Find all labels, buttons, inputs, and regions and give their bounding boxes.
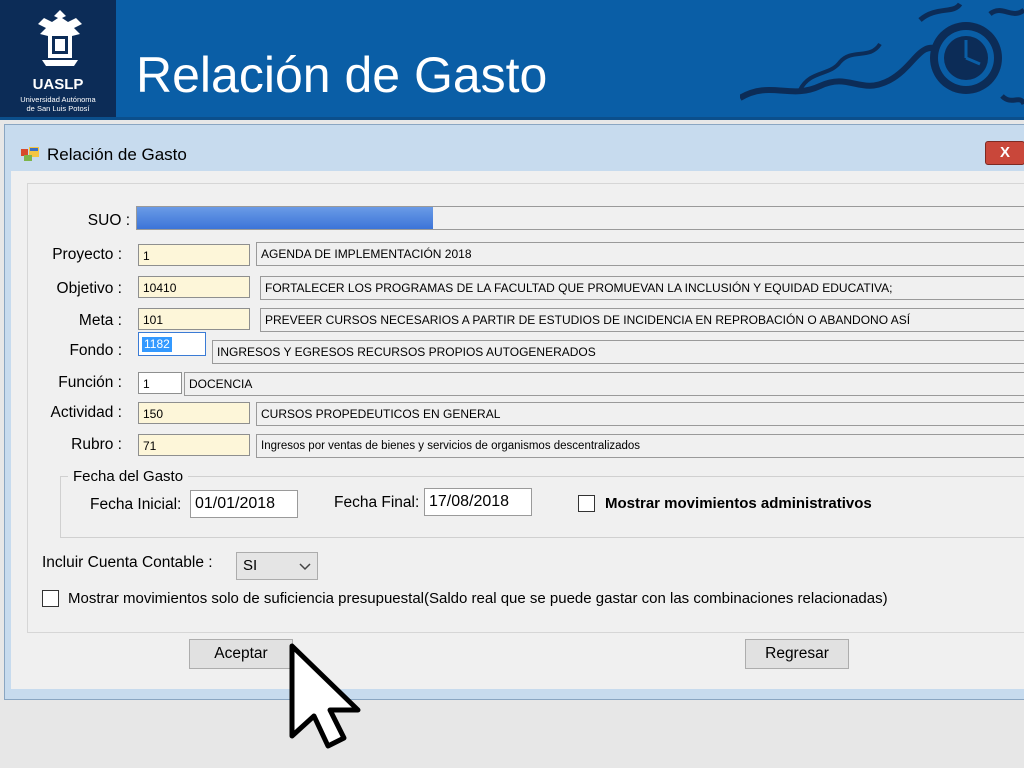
meta-code-input[interactable]: 101 [138,308,250,330]
meta-description: PREVEER CURSOS NECESARIOS A PARTIR DE ES… [260,308,1024,332]
aceptar-button[interactable]: Aceptar [189,639,293,669]
window-title: Relación de Gasto [47,145,187,164]
mouse-pointer-icon [289,643,361,749]
clock-ornament-icon [740,2,1024,106]
close-button[interactable]: X [985,141,1024,165]
fondo-code-selected-text: 1182 [142,337,172,352]
relacion-gasto-window: Relación de Gasto X SUO : Proyecto : 1 A… [4,124,1024,700]
fondo-description: INGRESOS Y EGRESOS RECURSOS PROPIOS AUTO… [212,340,1024,364]
slide-banner: UASLP Universidad Autónoma de San Luis P… [0,0,1024,120]
uaslp-logo: UASLP Universidad Autónoma de San Luis P… [0,0,116,120]
regresar-button[interactable]: Regresar [745,639,849,669]
window-titlebar[interactable]: Relación de Gasto X [5,125,1024,169]
cuenta-contable-select[interactable]: SI [236,552,318,580]
cuenta-contable-label: Incluir Cuenta Contable : [42,554,213,571]
suo-label: SUO : [87,212,130,229]
org-full-name: Universidad Autónoma de San Luis Potosí [0,95,116,113]
proyecto-description: AGENDA DE IMPLEMENTACIÓN 2018 [256,242,1024,266]
funcion-label: Función : [58,374,122,391]
proyecto-label: Proyecto : [52,246,122,263]
fondo-label: Fondo : [69,342,122,359]
fecha-inicial-label: Fecha Inicial: [90,496,182,513]
meta-label: Meta : [78,312,122,329]
slide-title: Relación de Gasto [136,47,548,103]
rubro-code-input[interactable]: 71 [138,434,250,456]
fondo-code-input[interactable]: 1182 [138,332,206,356]
objetivo-code-input[interactable]: 10410 [138,276,250,298]
rubro-description: Ingresos por ventas de bienes y servicio… [256,434,1024,458]
objetivo-label: Objetivo : [56,280,122,297]
form-panel: SUO : Proyecto : 1 AGENDA DE IMPLEMENTAC… [27,183,1024,633]
funcion-code-input[interactable]: 1 [138,372,182,394]
actividad-description: CURSOS PROPEDEUTICOS EN GENERAL [256,402,1024,426]
chevron-down-icon [299,563,311,571]
suo-field[interactable] [136,206,1024,230]
window-client-area: SUO : Proyecto : 1 AGENDA DE IMPLEMENTAC… [11,171,1024,689]
suficiencia-label: Mostrar movimientos solo de suficiencia … [68,590,888,607]
org-name-line-1: Universidad Autónoma [20,95,96,104]
admin-movements-checkbox[interactable] [578,495,595,512]
actividad-code-input[interactable]: 150 [138,402,250,424]
admin-movements-label: Mostrar movimientos administrativos [605,495,872,512]
fecha-gasto-legend: Fecha del Gasto [68,468,189,485]
proyecto-code-input[interactable]: 1 [138,244,250,266]
rubro-label: Rubro : [71,436,122,453]
suo-selection-bar [137,207,433,229]
funcion-description: DOCENCIA [184,372,1024,396]
fecha-final-label: Fecha Final: [334,494,420,511]
banner-divider [0,117,1024,120]
cuenta-contable-value: SI [243,557,258,574]
org-name-line-2: de San Luis Potosí [26,104,90,113]
fecha-inicial-input[interactable]: 01/01/2018 [190,490,298,518]
fecha-final-input[interactable]: 17/08/2018 [424,488,532,516]
suficiencia-checkbox[interactable] [42,590,59,607]
eagle-emblem-icon [38,10,82,66]
org-short-name: UASLP [32,76,84,93]
objetivo-description: FORTALECER LOS PROGRAMAS DE LA FACULTAD … [260,276,1024,300]
app-window-icon [21,147,39,161]
actividad-label: Actividad : [50,404,122,421]
